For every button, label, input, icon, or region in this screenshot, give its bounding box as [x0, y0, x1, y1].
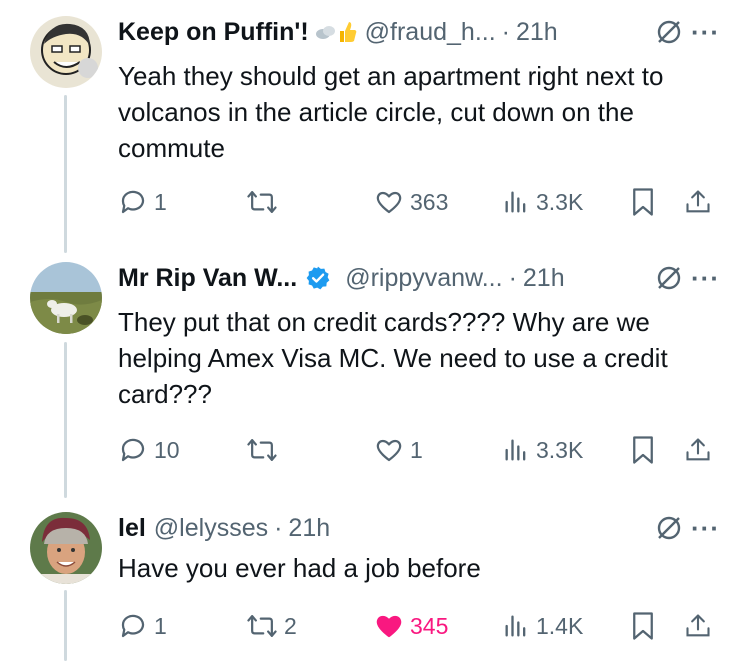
grok-icon[interactable] — [656, 265, 682, 296]
repost-button[interactable]: 2 — [246, 608, 297, 644]
heart-icon — [376, 439, 402, 462]
repost-button[interactable] — [246, 184, 284, 220]
view-count: 3.3K — [536, 188, 584, 215]
view-count: 3.3K — [536, 436, 584, 463]
reply-button[interactable]: 1 — [118, 608, 167, 644]
separator-dot: · — [501, 17, 510, 46]
like-count: 345 — [410, 612, 449, 639]
reply-button[interactable]: 1 — [118, 184, 167, 220]
bookmark-button[interactable] — [630, 608, 656, 644]
user-handle[interactable]: @rippyvanw... — [345, 264, 502, 293]
reply-count: 10 — [154, 436, 180, 463]
share-icon — [686, 614, 710, 637]
grok-icon[interactable] — [656, 19, 682, 50]
analytics-icon — [505, 615, 526, 637]
tweet-text: They put that on credit cards???? Why ar… — [118, 307, 668, 409]
tweet-text: Yeah they should get an apartment right … — [118, 61, 664, 163]
repost-count: 2 — [284, 612, 297, 639]
bookmark-icon — [633, 188, 653, 216]
action-bar: 1 2 345 1.4K — [118, 608, 720, 644]
share-icon — [686, 438, 710, 461]
repost-icon — [247, 191, 277, 213]
share-button[interactable] — [684, 184, 712, 220]
bookmark-icon — [633, 612, 653, 640]
share-button[interactable] — [684, 432, 712, 468]
tweet-header: Keep on Puffin'! @fraud_h... · 21h — [118, 12, 730, 52]
like-count: 363 — [410, 188, 449, 215]
tweet-text: Have you ever had a job before — [118, 553, 481, 583]
reply-count: 1 — [154, 612, 167, 639]
grok-icon[interactable] — [656, 515, 682, 546]
share-button[interactable] — [684, 608, 712, 644]
bookmark-icon — [633, 436, 653, 464]
tweet-header: lel @lelysses · 21h — [118, 508, 730, 548]
like-button[interactable]: 363 — [374, 184, 448, 220]
action-bar: 10 1 3.3K — [118, 432, 720, 468]
thread-line — [64, 95, 67, 253]
reply-icon — [121, 190, 145, 214]
display-name[interactable]: lel — [118, 514, 146, 543]
timestamp[interactable]: 21h — [516, 18, 558, 47]
views-button[interactable]: 1.4K — [502, 608, 583, 644]
reply-count: 1 — [154, 188, 167, 215]
user-handle[interactable]: @lelysses — [154, 514, 268, 543]
bookmark-button[interactable] — [630, 432, 656, 468]
cloud-emoji-icon — [315, 23, 337, 41]
more-options-icon[interactable]: ··· — [691, 263, 720, 294]
analytics-icon — [505, 439, 526, 461]
repost-icon — [247, 439, 277, 461]
thread-line — [64, 590, 67, 661]
share-icon — [686, 190, 710, 213]
action-bar: 1 363 3.3K — [118, 184, 720, 220]
view-count: 1.4K — [536, 612, 584, 639]
verified-badge-icon[interactable] — [305, 265, 331, 291]
analytics-icon — [505, 191, 526, 213]
repost-icon — [247, 615, 277, 637]
tweet-header: Mr Rip Van W... @rippyvanw... · 21h — [118, 258, 730, 298]
display-name[interactable]: Keep on Puffin'! — [118, 18, 309, 47]
views-button[interactable]: 3.3K — [502, 432, 583, 468]
avatar[interactable] — [30, 16, 102, 88]
tweet-2[interactable]: Mr Rip Van W... @rippyvanw... · 21h ··· … — [0, 258, 750, 488]
separator-dot: · — [274, 513, 283, 542]
thread-line — [64, 342, 67, 498]
repost-button[interactable] — [246, 432, 284, 468]
reply-icon — [121, 614, 145, 638]
display-name[interactable]: Mr Rip Van W... — [118, 264, 297, 293]
like-button[interactable]: 1 — [374, 432, 423, 468]
timestamp[interactable]: 21h — [523, 264, 565, 293]
tweet-3[interactable]: lel @lelysses · 21h ··· Have you ever ha… — [0, 508, 750, 658]
timestamp[interactable]: 21h — [288, 514, 330, 543]
more-options-icon[interactable]: ··· — [691, 513, 720, 544]
views-button[interactable]: 3.3K — [502, 184, 583, 220]
heart-filled-icon — [376, 615, 402, 638]
bookmark-button[interactable] — [630, 184, 656, 220]
reply-icon — [121, 438, 145, 462]
user-handle[interactable]: @fraud_h... — [365, 18, 496, 47]
like-count: 1 — [410, 436, 423, 463]
thumbs-up-emoji-icon — [337, 20, 357, 44]
more-options-icon[interactable]: ··· — [691, 17, 720, 48]
avatar[interactable] — [30, 262, 102, 334]
reply-button[interactable]: 10 — [118, 432, 180, 468]
tweet-1[interactable]: Keep on Puffin'! @fraud_h... · 21h ··· Y… — [0, 12, 750, 232]
separator-dot: · — [508, 263, 517, 292]
avatar[interactable] — [30, 512, 102, 584]
like-button[interactable]: 345 — [374, 608, 448, 644]
heart-icon — [376, 191, 402, 214]
